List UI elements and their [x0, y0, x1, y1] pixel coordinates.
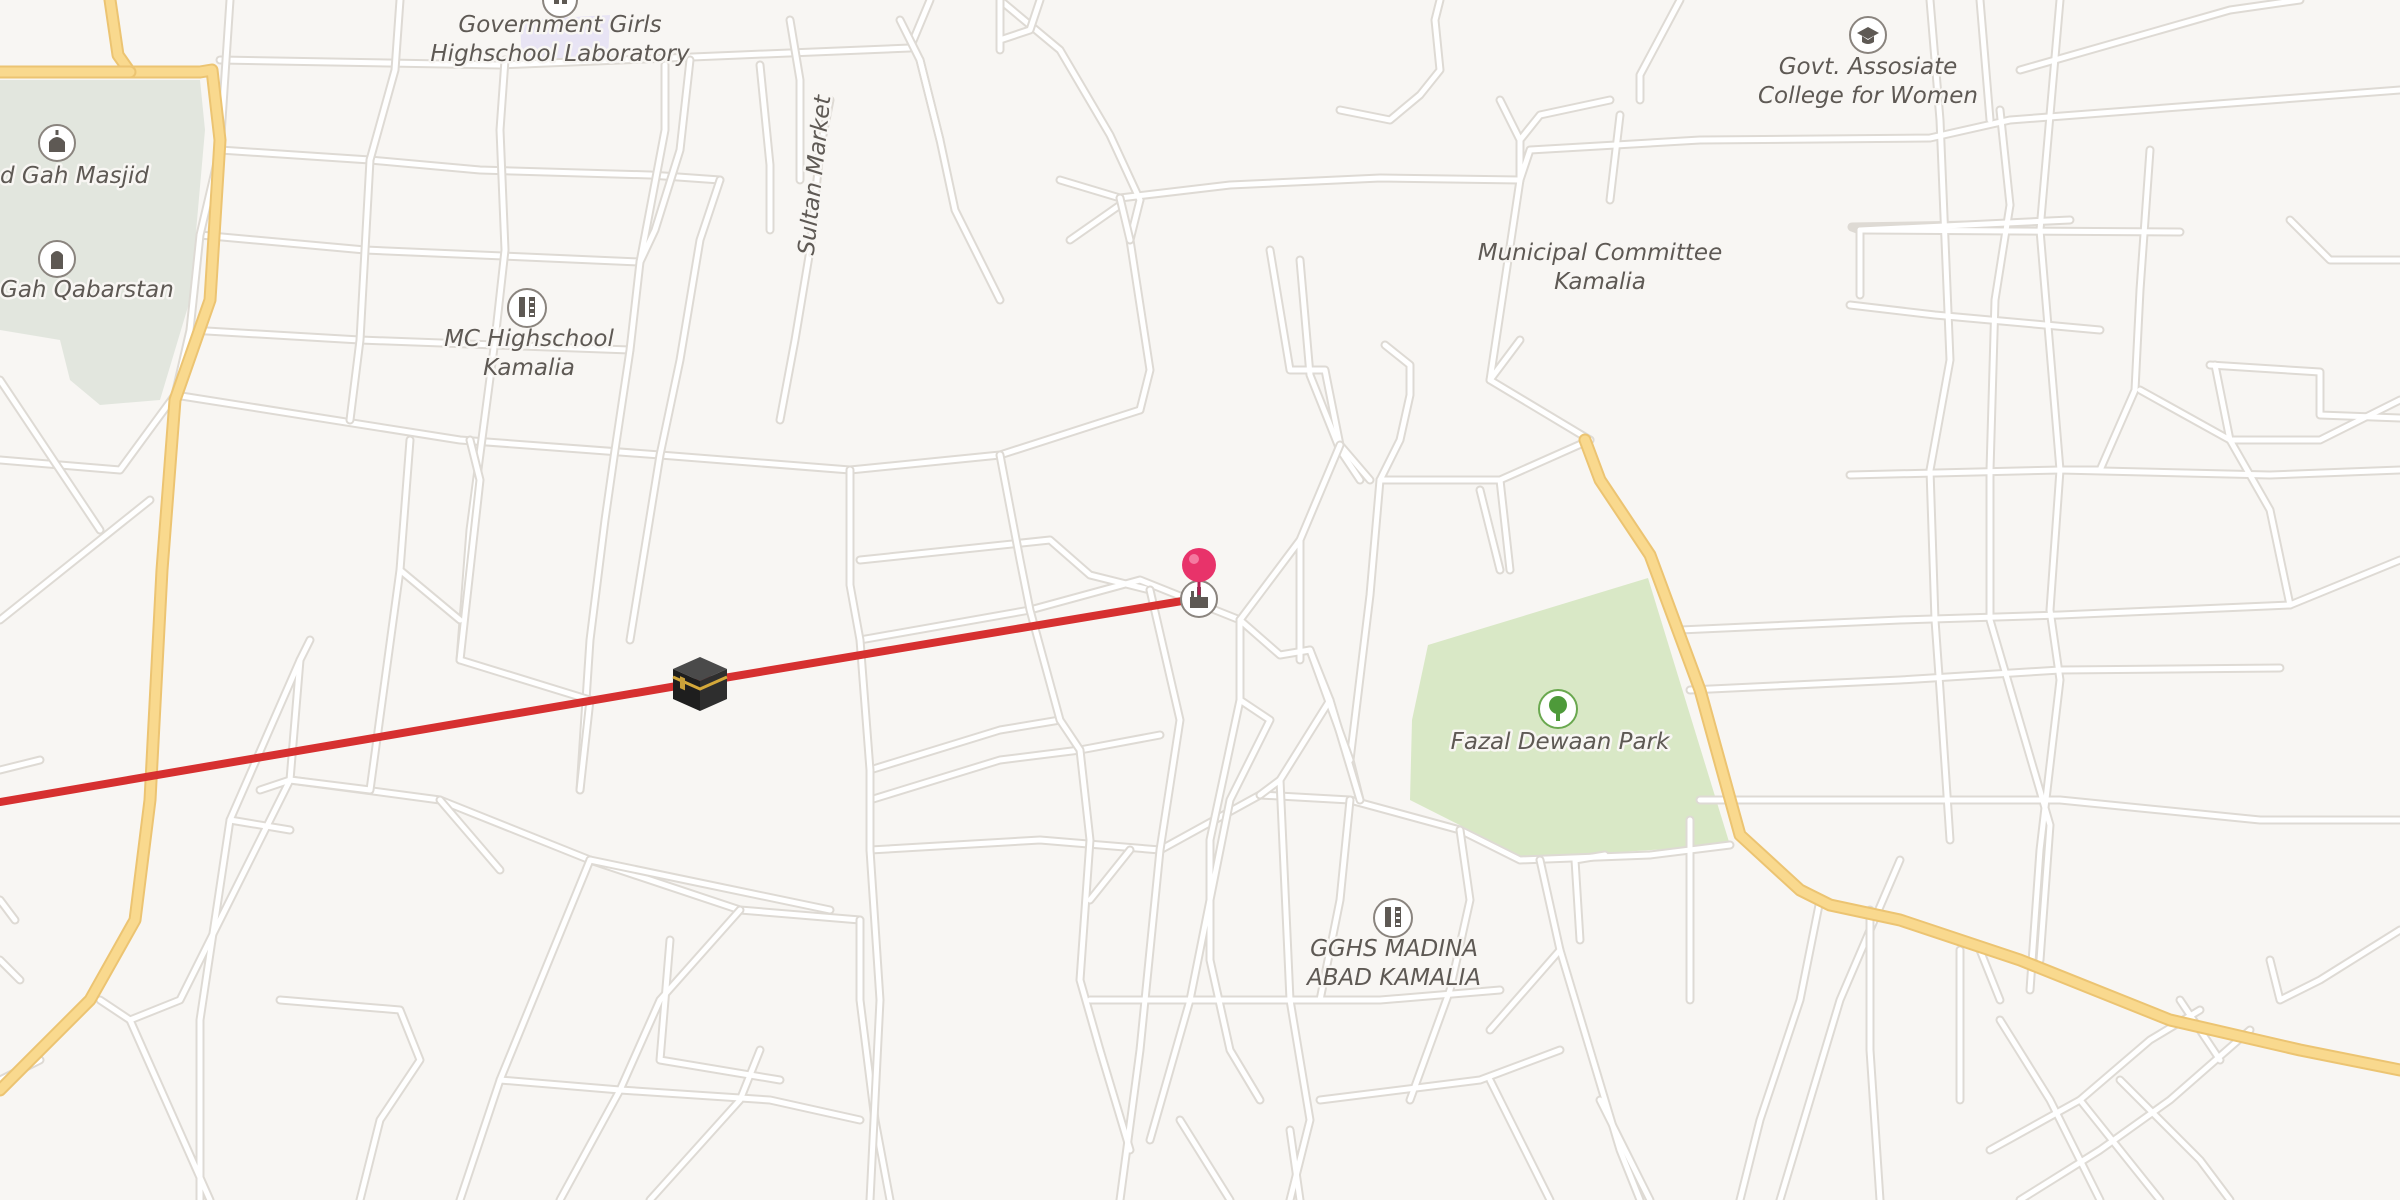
map-canvas[interactable]: Government Girls Highschool Laboratory G… — [0, 0, 2400, 1200]
label-municipal-committee-line2: Kamalia — [1554, 269, 1646, 295]
label-mc-highschool-line2: Kamalia — [483, 355, 575, 381]
label-govt-girls-lab-line2: Highschool Laboratory — [430, 41, 690, 67]
label-eid-gah-qabarstan: Gah Qabarstan — [0, 277, 174, 303]
label-fazal-dewaan-park: Fazal Dewaan Park — [1451, 729, 1671, 755]
graduation-cap-icon[interactable] — [1849, 16, 1887, 54]
label-municipal-committee-line1: Municipal Committee — [1478, 240, 1723, 266]
label-eid-gah-masjid: d Gah Masjid — [0, 163, 149, 189]
label-govt-college-line2: College for Women — [1758, 83, 1978, 109]
label-gghs-line2: ABAD KAMALIA — [1305, 965, 1481, 991]
mosque-icon[interactable] — [38, 124, 76, 162]
tree-icon[interactable] — [1538, 689, 1578, 729]
label-gghs-line1: GGHS MADINA — [1310, 936, 1478, 962]
label-mc-highschool-line1: MC Highschool — [444, 326, 614, 352]
label-govt-college-line1: Govt. Assosiate — [1779, 54, 1958, 80]
school-icon[interactable] — [1373, 898, 1413, 938]
school-icon[interactable] — [507, 288, 547, 328]
cemetery-icon[interactable] — [38, 240, 76, 278]
